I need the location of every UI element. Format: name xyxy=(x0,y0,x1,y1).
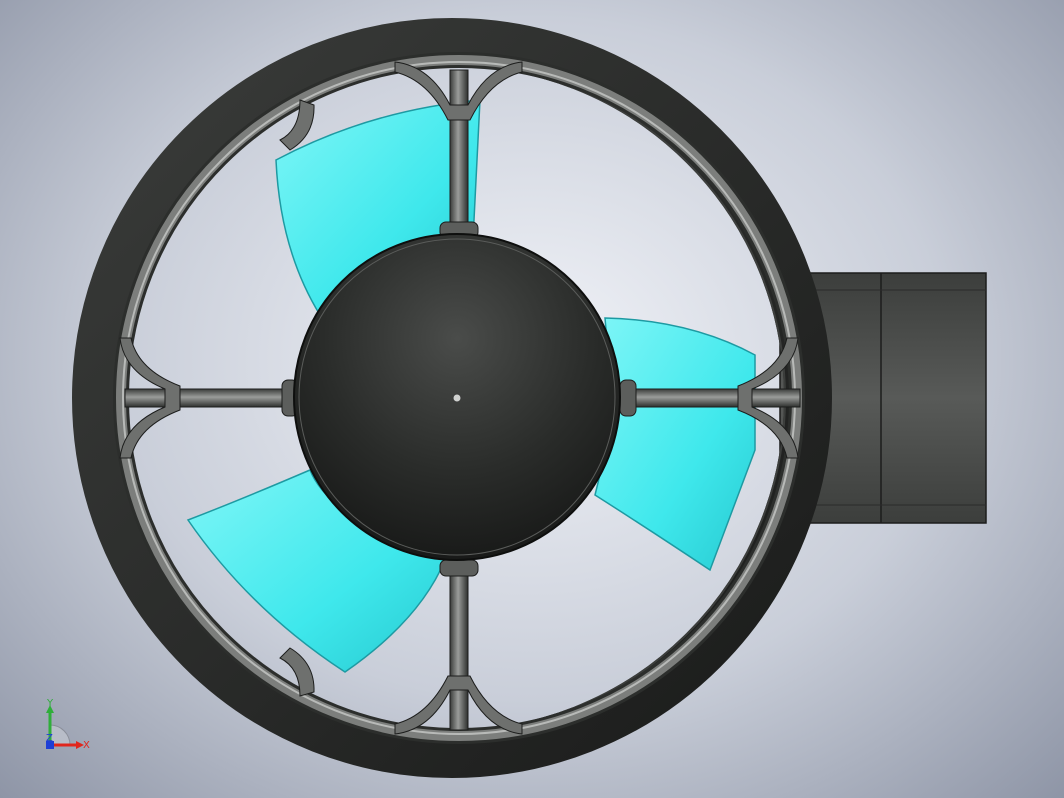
hub[interactable] xyxy=(293,233,621,561)
collar-right xyxy=(619,379,637,417)
hub-center-pin xyxy=(452,393,462,403)
axis-triad: X Y Z xyxy=(46,698,90,751)
x-axis-label: X xyxy=(83,740,90,751)
spoke-right xyxy=(619,388,801,408)
z-axis-label: Z xyxy=(46,733,53,744)
fan-model-view[interactable]: X Y Z xyxy=(0,0,1064,798)
collar-bottom xyxy=(439,559,479,577)
cad-viewport[interactable]: X Y Z xyxy=(0,0,1064,798)
spoke-top xyxy=(449,69,469,241)
spoke-bottom xyxy=(449,559,469,731)
spoke-left xyxy=(124,388,301,408)
blade-right xyxy=(594,317,756,572)
y-axis-label: Y xyxy=(46,698,54,709)
